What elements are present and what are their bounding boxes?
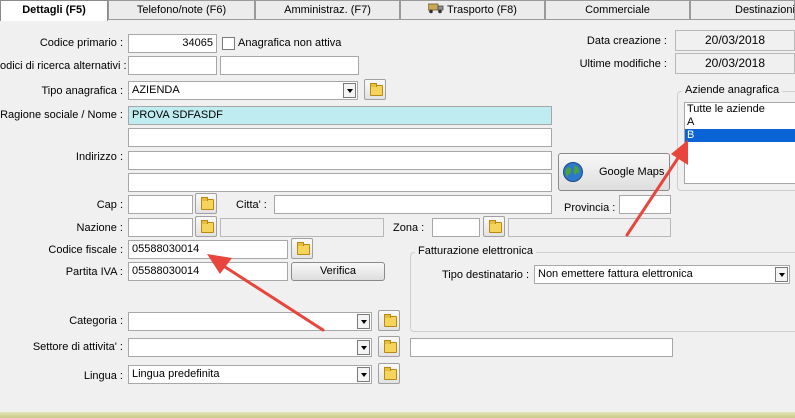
indirizzo-label: Indirizzo : — [75, 151, 123, 163]
folder-icon[interactable] — [483, 216, 505, 237]
settore-attivita-label: Settore di attivita' : — [32, 341, 123, 353]
fatturazione-elettronica-title: Fatturazione elettronica — [415, 245, 536, 258]
nazione-descrizione-field — [220, 218, 384, 237]
data-creazione-label: Data creazione : — [586, 35, 667, 47]
tab-destinazioni[interactable]: Destinazioni — [690, 0, 795, 19]
provincia-label: Provincia : — [564, 202, 616, 214]
lingua-select[interactable]: Lingua predefinita — [128, 365, 372, 384]
indirizzo-1-field[interactable] — [128, 151, 552, 170]
anagrafica-non-attiva-checkbox[interactable] — [222, 37, 235, 50]
codice-alternativo-1-field[interactable] — [128, 56, 217, 75]
data-creazione-field: 20/03/2018 — [675, 30, 795, 51]
codice-primario-label: Codice primario : — [39, 37, 123, 49]
lingua-label: Lingua : — [83, 370, 123, 382]
codice-alternativo-2-field[interactable] — [220, 56, 359, 75]
partita-iva-label: Partita IVA : — [65, 266, 123, 278]
ultime-modifiche-field: 20/03/2018 — [675, 53, 795, 74]
list-item[interactable]: A — [685, 116, 795, 129]
verifica-button[interactable]: Verifica — [291, 262, 385, 281]
lingua-value: Lingua predefinita — [132, 368, 220, 380]
folder-icon[interactable] — [364, 79, 386, 100]
provincia-field[interactable] — [619, 195, 671, 214]
tab-trasporto[interactable]: Trasporto (F8) — [400, 0, 545, 19]
nazione-label: Nazione : — [76, 222, 123, 234]
codice-fiscale-field[interactable]: 05588030014 — [128, 240, 288, 259]
chevron-down-icon[interactable] — [357, 340, 370, 355]
tab-label: Dettagli (F5) — [22, 4, 86, 16]
chevron-down-icon[interactable] — [775, 267, 788, 282]
folder-icon[interactable] — [378, 336, 400, 357]
tab-divider — [0, 19, 795, 20]
tipo-destinatario-select[interactable]: Non emettere fattura elettronica — [534, 265, 790, 284]
folder-icon[interactable] — [291, 238, 313, 259]
codici-alternativi-label: odici di ricerca alternativi : — [0, 60, 127, 72]
list-item[interactable]: Tutte le aziende — [685, 103, 795, 116]
aziende-anagrafica-title: Aziende anagrafica — [682, 84, 783, 97]
citta-label: Citta' : — [236, 199, 267, 211]
tab-label: Destinazioni — [735, 4, 795, 16]
google-maps-button[interactable]: Google Maps — [558, 153, 670, 191]
tab-bar: Dettagli (F5) Telefono/note (F6) Amminis… — [0, 0, 795, 21]
categoria-select[interactable] — [128, 312, 372, 331]
tab-label: Commerciale — [585, 4, 650, 16]
tab-label: Telefono/note (F6) — [136, 4, 227, 16]
tab-telefono-note[interactable]: Telefono/note (F6) — [108, 0, 255, 19]
tab-commerciale[interactable]: Commerciale — [545, 0, 690, 19]
tipo-anagrafica-select[interactable]: AZIENDA — [128, 81, 358, 100]
settore-attivita-select[interactable] — [128, 338, 372, 357]
folder-icon[interactable] — [378, 310, 400, 331]
nazione-field[interactable] — [128, 218, 193, 237]
tab-label: Trasporto (F8) — [447, 4, 517, 16]
codice-primario-field[interactable]: 34065 — [128, 34, 217, 53]
zona-field[interactable] — [432, 218, 480, 237]
categoria-label: Categoria : — [69, 315, 123, 327]
citta-field[interactable] — [274, 195, 552, 214]
tab-amministraz[interactable]: Amministraz. (F7) — [255, 0, 400, 19]
tipo-destinatario-label: Tipo destinatario : — [441, 269, 529, 281]
tab-label: Amministraz. (F7) — [284, 4, 371, 16]
anagrafica-non-attiva-label: Anagrafica non attiva — [238, 37, 342, 49]
globe-icon — [563, 162, 583, 182]
tipo-anagrafica-value: AZIENDA — [132, 84, 180, 96]
status-bar — [0, 412, 795, 418]
tipo-destinatario-value: Non emettere fattura elettronica — [538, 268, 693, 280]
chevron-down-icon[interactable] — [343, 83, 356, 98]
chevron-down-icon[interactable] — [357, 367, 370, 382]
folder-icon[interactable] — [378, 363, 400, 384]
google-maps-label: Google Maps — [599, 166, 665, 178]
cap-label: Cap : — [96, 199, 123, 211]
aziende-anagrafica-list[interactable]: Tutte le aziende A B — [684, 102, 795, 184]
folder-icon[interactable] — [195, 216, 217, 237]
ragione-sociale-label: Ragione sociale / Nome : — [0, 109, 123, 121]
zona-descrizione-field — [508, 218, 671, 237]
ragione-sociale-2-field[interactable] — [128, 128, 552, 147]
tab-dettagli[interactable]: Dettagli (F5) — [0, 0, 108, 21]
codice-fiscale-label: Codice fiscale : — [48, 244, 123, 256]
zona-label: Zona : — [393, 222, 425, 234]
tipo-anagrafica-label: Tipo anagrafica : — [41, 85, 123, 97]
chevron-down-icon[interactable] — [357, 314, 370, 329]
fatturazione-elettronica-group — [410, 252, 795, 332]
cap-field[interactable] — [128, 195, 193, 214]
indirizzo-2-field[interactable] — [128, 173, 552, 192]
folder-icon[interactable] — [195, 193, 217, 214]
list-item-selected[interactable]: B — [685, 129, 795, 142]
truck-icon — [427, 3, 444, 14]
settore-descrizione-field[interactable] — [410, 338, 673, 357]
ultime-modifiche-label: Ultime modifiche : — [579, 58, 667, 70]
ragione-sociale-field[interactable]: PROVA SDFASDF — [128, 106, 552, 125]
partita-iva-field[interactable]: 05588030014 — [128, 262, 288, 281]
